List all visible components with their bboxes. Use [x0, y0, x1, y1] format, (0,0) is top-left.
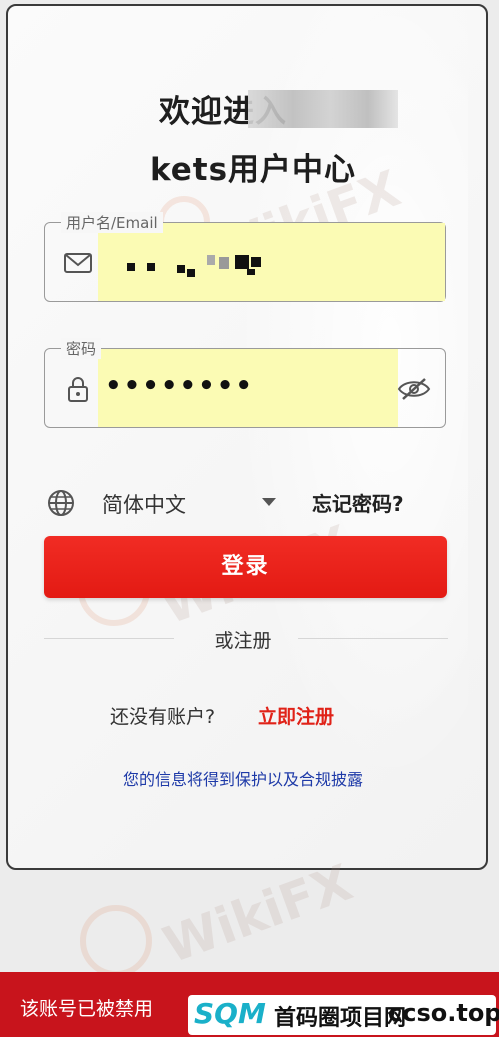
redacted-title-block [248, 90, 398, 128]
divider-right [298, 638, 448, 639]
login-button[interactable]: 登录 [44, 536, 447, 598]
watermark-text: WikiFX [155, 853, 360, 975]
username-label: 用户名/Email [61, 212, 163, 233]
language-row: 简体中文 忘记密码? [44, 486, 446, 526]
login-card: WikiFX WikiFX 欢迎进入 kets用户中心 用户名/Email 密码 [6, 4, 488, 870]
site-name: 首码圈项目网 [274, 1006, 407, 1031]
page-title-line2: kets用户中心 [149, 152, 357, 188]
banner-message: 该账号已被禁用 [20, 998, 154, 1020]
globe-icon [48, 490, 74, 516]
forgot-password-link[interactable]: 忘记密码? [312, 488, 404, 517]
privacy-notice-link[interactable]: 您的信息将得到保护以及合规披露 [8, 766, 482, 790]
lock-icon [68, 377, 88, 402]
site-watermark-badge: SQM 首码圈项目网 ccso.top [188, 995, 499, 1035]
or-register-label: 或注册 [214, 630, 272, 652]
register-now-link[interactable]: 立即注册 [258, 702, 334, 729]
username-field[interactable]: 用户名/Email [44, 212, 446, 302]
mail-icon [64, 253, 92, 273]
username-redacted-value [127, 253, 277, 277]
watermark-logo [80, 905, 152, 977]
password-value: •••••••• [105, 371, 254, 401]
chevron-down-icon[interactable] [262, 498, 276, 506]
background-wave [208, 6, 468, 866]
site-logo: SQM [194, 997, 266, 1030]
password-label: 密码 [61, 338, 102, 359]
no-account-prompt: 还没有账户? [110, 706, 216, 728]
language-select[interactable]: 简体中文 [102, 489, 186, 519]
eye-off-icon[interactable] [397, 375, 431, 403]
password-field[interactable]: 密码 •••••••• [44, 338, 446, 428]
site-url: ccso.top [388, 999, 499, 1027]
